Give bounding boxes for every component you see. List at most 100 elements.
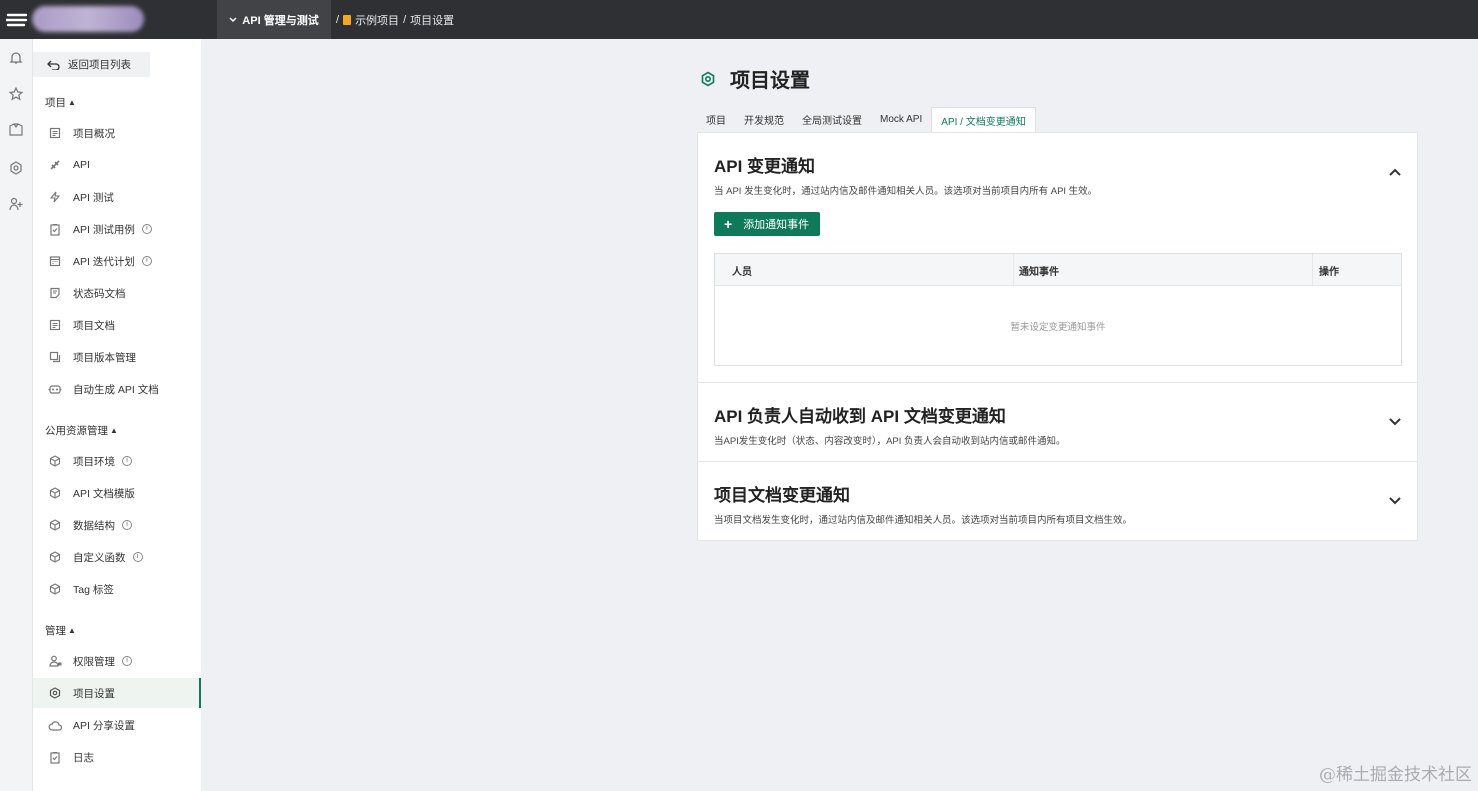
- sidebar-item[interactable]: 项目环境 i: [33, 446, 201, 476]
- module-label: API 管理与测试: [242, 14, 319, 27]
- sidebar-item-label: 数据结构: [73, 519, 115, 532]
- tab-project[interactable]: 项目: [697, 107, 735, 132]
- gear-icon: [48, 686, 62, 700]
- breadcrumb-project[interactable]: 示例项目: [355, 12, 399, 28]
- star-icon[interactable]: [6, 84, 26, 104]
- sidebar-item[interactable]: API 文档模版: [33, 478, 201, 508]
- table-empty-text: 暂未设定变更通知事件: [1010, 321, 1106, 333]
- sidebar-item-label: 项目版本管理: [73, 351, 136, 364]
- api-change-notify-section: API 变更通知 当 API 发生变化时，通过站内信及邮件通知相关人员。该选项对…: [697, 132, 1418, 383]
- breadcrumb: / 示例项目 / 项目设置: [336, 0, 454, 39]
- shirt-icon[interactable]: [6, 120, 26, 140]
- sidebar-item[interactable]: 项目版本管理: [33, 342, 201, 372]
- sidebar-item[interactable]: Tag 标签: [33, 574, 201, 604]
- plus-icon: +: [724, 216, 733, 232]
- table-header: 人员 通知事件 操作: [715, 254, 1401, 286]
- page-title: 项目设置: [730, 70, 810, 92]
- robot-icon: [48, 382, 62, 396]
- calendar-icon: [48, 254, 62, 268]
- group-title: 管理: [45, 625, 66, 637]
- info-icon[interactable]: i: [122, 456, 132, 466]
- add-user-icon[interactable]: [6, 194, 26, 214]
- sidebar-item-label: API 迭代计划: [73, 255, 135, 268]
- chevron-down-icon[interactable]: [1388, 494, 1402, 508]
- info-icon[interactable]: i: [141, 256, 152, 266]
- sidebar-item[interactable]: 项目概况: [33, 118, 201, 148]
- sidebar-item-label: API 分享设置: [73, 719, 135, 732]
- sidebar-item[interactable]: API: [33, 150, 201, 180]
- info-icon[interactable]: i: [122, 656, 132, 666]
- return-icon: [47, 60, 60, 70]
- owner-auto-notify-section[interactable]: API 负责人自动收到 API 文档变更通知 当API发生变化时（状态、内容改变…: [697, 382, 1418, 462]
- group-title: 项目: [45, 97, 66, 109]
- tab-dev-standard[interactable]: 开发规范: [735, 107, 793, 132]
- tab-global-test[interactable]: 全局测试设置: [793, 107, 871, 132]
- gear-icon[interactable]: [6, 158, 26, 178]
- top-bar: API 管理与测试 / 示例项目 / 项目设置: [0, 0, 1478, 39]
- sidebar-item-label: 日志: [73, 751, 94, 764]
- clipboard-icon: [48, 750, 62, 764]
- sidebar-item[interactable]: 状态码文档: [33, 278, 201, 308]
- project-doc-notify-section[interactable]: 项目文档变更通知 当项目文档发生变化时，通过站内信及邮件通知相关人员。该选项对当…: [697, 461, 1418, 541]
- sidebar-item[interactable]: API 测试用例 i: [33, 214, 201, 244]
- icon-rail: [0, 39, 33, 791]
- notify-table: 人员 通知事件 操作 暂未设定变更通知事件: [714, 253, 1402, 366]
- group-header-shared[interactable]: 公用资源管理 ▲: [45, 423, 118, 438]
- col-event: 通知事件: [1014, 254, 1313, 286]
- sidebar-item[interactable]: API 分享设置: [33, 710, 201, 740]
- tab-change-notify[interactable]: API / 文档变更通知: [931, 107, 1036, 132]
- settings-tabs: 项目 开发规范 全局测试设置 Mock API API / 文档变更通知: [697, 107, 1036, 132]
- sidebar-item[interactable]: 日志: [33, 742, 201, 772]
- sidebar-item-label: 项目概况: [73, 127, 115, 140]
- breadcrumb-current: 项目设置: [410, 14, 455, 27]
- sidebar-item-label: API 测试用例: [73, 223, 135, 236]
- bolt-icon: [48, 190, 62, 204]
- sidebar-item-label: 状态码文档: [73, 287, 126, 300]
- sidebar-item[interactable]: 项目文档: [33, 310, 201, 340]
- group-title: 公用资源管理: [45, 425, 108, 437]
- info-icon[interactable]: i: [141, 224, 152, 234]
- watermark: @稀土掘金技术社区: [1319, 765, 1472, 785]
- version-icon: [48, 350, 62, 364]
- add-notify-event-button[interactable]: + 添加通知事件: [714, 212, 820, 236]
- sidebar-item-label: 项目设置: [73, 687, 115, 700]
- section-title: 项目文档变更通知: [714, 486, 850, 505]
- blurred-workspace-name: [32, 6, 144, 32]
- sidebar-item-label: Tag 标签: [73, 583, 114, 596]
- col-action: 操作: [1319, 266, 1339, 278]
- cube-icon: [48, 582, 62, 596]
- chevron-up-icon[interactable]: [1388, 165, 1402, 179]
- clipboard-icon: [48, 222, 62, 236]
- group-header-project[interactable]: 项目 ▲: [45, 95, 76, 110]
- sidebar-item-label: API 测试: [73, 191, 114, 204]
- group-header-manage[interactable]: 管理 ▲: [45, 623, 76, 638]
- section-desc: 当项目文档发生变化时，通过站内信及邮件通知相关人员。该选项对当前项目内所有项目文…: [714, 515, 1133, 526]
- sidebar-item[interactable]: 自动生成 API 文档: [33, 374, 201, 404]
- cube-icon: [48, 518, 62, 532]
- info-icon[interactable]: i: [122, 520, 132, 530]
- module-dropdown[interactable]: API 管理与测试: [217, 0, 331, 39]
- caret-up-icon: ▲: [110, 426, 118, 435]
- tab-mock-api[interactable]: Mock API: [871, 107, 931, 132]
- sidebar-item[interactable]: API 测试: [33, 182, 201, 212]
- caret-up-icon: ▲: [68, 98, 76, 107]
- sidebar-item-label: 项目文档: [73, 319, 115, 332]
- app-logo-icon[interactable]: [0, 0, 34, 39]
- cube-icon: [48, 550, 62, 564]
- sidebar-item-label: 项目环境: [73, 455, 115, 468]
- doc-icon: [48, 126, 62, 140]
- page-header: 项目设置: [700, 64, 810, 93]
- bell-icon[interactable]: [6, 48, 26, 68]
- sidebar: 返回项目列表 项目 ▲ 项目概况 API API 测试 API 测试用例 i API 迭代…: [33, 39, 201, 791]
- sidebar-item[interactable]: 权限管理 i: [33, 646, 201, 676]
- sidebar-item[interactable]: API 迭代计划 i: [33, 246, 201, 276]
- sidebar-item[interactable]: 自定义函数 i: [33, 542, 201, 572]
- back-to-projects-button[interactable]: 返回项目列表: [33, 52, 150, 77]
- info-icon[interactable]: i: [132, 552, 143, 562]
- add-button-label: 添加通知事件: [743, 219, 810, 231]
- section-desc: 当 API 发生变化时，通过站内信及邮件通知相关人员。该选项对当前项目内所有 A…: [714, 186, 1098, 197]
- chevron-down-icon[interactable]: [1388, 415, 1402, 429]
- sidebar-item[interactable]: 数据结构 i: [33, 510, 201, 540]
- sidebar-item[interactable]: 项目设置: [33, 678, 201, 708]
- cube-icon: [48, 454, 62, 468]
